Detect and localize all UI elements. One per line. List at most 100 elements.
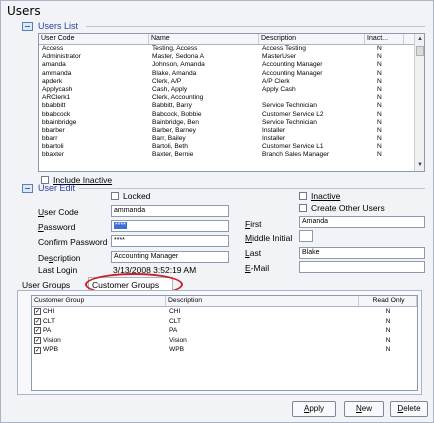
user-code-field[interactable]: ammanda: [111, 205, 229, 217]
group-checkbox[interactable]: ✓: [34, 346, 41, 354]
last-name-field[interactable]: Blake: [299, 247, 425, 259]
table-row[interactable]: bbarr Barr, Bailey Installer N: [39, 135, 424, 143]
table-cell: N: [377, 143, 382, 151]
table-row[interactable]: ARClerk1 Clerk, Accounting N: [39, 94, 424, 102]
table-cell: bbabcock: [42, 110, 71, 118]
table-cell: Clerk, A/P: [152, 77, 182, 85]
column-header-customer-group[interactable]: Customer Group: [32, 296, 166, 306]
password-value: ****: [114, 222, 127, 229]
column-header-description[interactable]: Description: [259, 34, 365, 44]
column-header-description[interactable]: Description: [166, 296, 359, 306]
table-cell: Clerk, Accounting: [152, 94, 204, 102]
customer-groups-header: Customer Group Description Read Only: [32, 296, 417, 307]
group-checkbox[interactable]: ✓: [34, 327, 41, 335]
table-row[interactable]: bbabcock Babcock, Bobbie Customer Service …: [39, 111, 424, 119]
delete-button[interactable]: Delete: [390, 401, 428, 417]
table-cell: Bartoli, Beth: [152, 143, 188, 151]
table-cell: N: [385, 327, 391, 335]
section-divider: [86, 26, 425, 27]
apply-button[interactable]: Apply: [292, 401, 336, 417]
table-row[interactable]: bbartoli Bartoli, Beth Customer Service L1…: [39, 143, 424, 151]
table-cell: Customer Service L1: [262, 143, 324, 151]
collapse-section-icon[interactable]: [22, 22, 33, 31]
column-header-inactive[interactable]: Inact...: [365, 34, 404, 44]
list-item[interactable]: ✓ Vision Vision N: [32, 336, 417, 346]
inactive-checkbox[interactable]: [299, 192, 307, 200]
window-title: Users: [7, 4, 41, 18]
table-cell: N: [377, 53, 382, 61]
table-row[interactable]: bbaxter Baxter, Bernie Branch Sales Manage…: [39, 151, 424, 159]
column-header-name[interactable]: Name: [149, 34, 259, 44]
table-cell: N: [377, 69, 382, 77]
description-field[interactable]: Accounting Manager: [111, 251, 229, 263]
create-other-users-label: Create Other Users: [311, 203, 385, 213]
section-divider: [79, 188, 425, 189]
middle-initial-field[interactable]: [299, 230, 313, 242]
column-header-read-only[interactable]: Read Only: [359, 296, 417, 306]
list-item[interactable]: ✓ CLT CLT N: [32, 317, 417, 327]
scroll-up-icon[interactable]: ▲: [415, 34, 424, 44]
table-cell: apderk: [42, 77, 63, 85]
customer-group-name: CLT: [43, 317, 55, 325]
table-row[interactable]: amanda Johnson, Amanda Accounting Manager N: [39, 61, 424, 69]
table-cell: Bainbridge, Ben: [152, 118, 199, 126]
table-row[interactable]: Access Testing, Access Access Testing N: [39, 45, 424, 53]
table-cell: Access Testing: [262, 45, 306, 52]
email-label: E-Mail: [245, 263, 270, 273]
table-cell: ✓ Vision: [32, 336, 166, 346]
table-row[interactable]: Administrator Master, Sedona A MasterUser N: [39, 53, 424, 61]
email-field[interactable]: [299, 261, 425, 273]
password-field[interactable]: ****: [111, 220, 229, 232]
users-list-grid[interactable]: User Code Name Description Inact... Acce…: [38, 33, 425, 172]
scrollbar-thumb[interactable]: [416, 46, 424, 56]
table-cell: Accounting Manager: [262, 61, 323, 69]
table-cell: bbaxter: [42, 151, 64, 159]
table-cell: ✓ CLT: [32, 317, 166, 327]
users-grid-scrollbar[interactable]: ▲ ▼: [414, 34, 424, 171]
customer-group-name: CHI: [43, 308, 55, 315]
new-button[interactable]: New: [344, 401, 384, 417]
confirm-password-field[interactable]: ****: [111, 235, 229, 247]
table-cell: Vision: [169, 336, 187, 344]
locked-checkbox[interactable]: [111, 192, 119, 200]
list-item[interactable]: ✓ WPB WPB N: [32, 345, 417, 355]
table-cell: Installer: [262, 135, 286, 143]
table-row[interactable]: apderk Clerk, A/P A/P Clerk N: [39, 78, 424, 86]
create-other-users-checkbox[interactable]: [299, 204, 307, 212]
table-cell: Installer: [262, 126, 286, 134]
middle-initial-label: Middle Initial: [245, 233, 293, 243]
table-cell: Master, Sedona A: [152, 53, 205, 61]
table-cell: bbainbridge: [42, 118, 77, 126]
table-row[interactable]: bbabbitt Babbitt, Barry Service Technician…: [39, 102, 424, 110]
group-checkbox[interactable]: ✓: [34, 317, 41, 325]
table-cell: bbabbitt: [42, 102, 66, 110]
table-cell: N: [377, 45, 382, 52]
table-row[interactable]: ammanda Blake, Amanda Accounting Manager N: [39, 70, 424, 78]
table-cell: Administrator: [42, 53, 81, 61]
table-cell: bbartoli: [42, 143, 64, 151]
customer-group-name: Vision: [43, 336, 61, 344]
table-cell: CLT: [169, 317, 181, 325]
customer-groups-grid[interactable]: Customer Group Description Read Only ✓ CH…: [31, 295, 418, 391]
first-name-label: First: [245, 219, 262, 229]
first-name-field[interactable]: Amanda: [299, 216, 425, 228]
table-cell: Babcock, Bobbie: [152, 110, 202, 118]
collapse-section-icon[interactable]: [22, 184, 33, 193]
group-checkbox[interactable]: ✓: [34, 308, 41, 316]
last-login-label: Last Login: [38, 265, 78, 275]
column-header-user-code[interactable]: User Code: [39, 34, 149, 44]
table-row[interactable]: bbainbridge Bainbridge, Ben Service Techni…: [39, 119, 424, 127]
table-cell: MasterUser: [262, 53, 297, 61]
table-cell: [259, 94, 365, 102]
table-row[interactable]: Applycash Cash, Apply Apply Cash N: [39, 86, 424, 94]
table-cell: amanda: [42, 61, 66, 69]
scroll-down-icon[interactable]: ▼: [415, 160, 424, 170]
table-row[interactable]: bbarber Barber, Barney Installer N: [39, 127, 424, 135]
list-item[interactable]: ✓ CHI CHI N: [32, 307, 417, 317]
table-cell: Baxter, Bernie: [152, 151, 194, 159]
group-checkbox[interactable]: ✓: [34, 337, 41, 345]
table-cell: Babbitt, Barry: [152, 102, 192, 110]
tab-user-groups[interactable]: User Groups: [22, 280, 70, 290]
list-item[interactable]: ✓ PA PA N: [32, 326, 417, 336]
table-cell: N: [377, 110, 382, 118]
